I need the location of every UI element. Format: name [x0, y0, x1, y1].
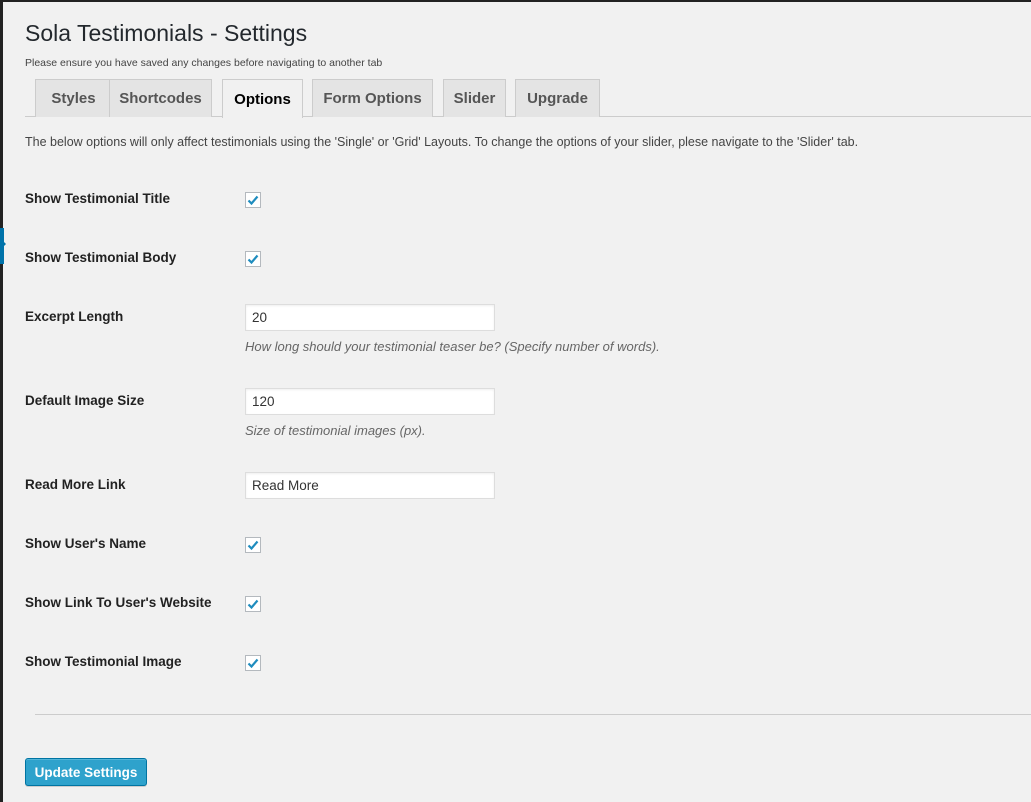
show-name-checkbox[interactable] [245, 537, 261, 553]
update-settings-button[interactable]: Update Settings [25, 758, 147, 786]
top-edge [0, 0, 1031, 2]
read-more-label: Read More Link [25, 477, 126, 492]
show-body-label: Show Testimonial Body [25, 250, 177, 265]
excerpt-length-input[interactable] [245, 304, 495, 331]
show-website-label: Show Link To User's Website [25, 595, 212, 610]
read-more-input[interactable] [245, 472, 495, 499]
excerpt-length-description: How long should your testimonial teaser … [245, 339, 660, 354]
tab-slider[interactable]: Slider [443, 79, 506, 117]
tab-options[interactable]: Options [222, 79, 303, 118]
show-image-label: Show Testimonial Image [25, 654, 182, 669]
divider [35, 714, 1031, 715]
admin-sidebar [0, 0, 3, 802]
show-name-label: Show User's Name [25, 536, 147, 551]
show-image-checkbox[interactable] [245, 655, 261, 671]
tab-styles[interactable]: Styles [35, 79, 112, 117]
image-size-input[interactable] [245, 388, 495, 415]
page-title: Sola Testimonials - Settings [25, 20, 308, 46]
show-title-checkbox[interactable] [245, 192, 261, 208]
checkmark-icon [247, 658, 259, 669]
tab-bar: Styles Shortcodes Options Form Options S… [25, 79, 1031, 118]
intro-text: The below options will only affect testi… [25, 135, 859, 149]
save-notice: Please ensure you have saved any changes… [25, 57, 383, 69]
show-website-checkbox[interactable] [245, 596, 261, 612]
show-title-label: Show Testimonial Title [25, 191, 171, 206]
tab-form-options[interactable]: Form Options [312, 79, 433, 117]
image-size-label: Default Image Size [25, 393, 145, 408]
checkmark-icon [247, 195, 259, 206]
checkmark-icon [247, 599, 259, 610]
image-size-description: Size of testimonial images (px). [245, 423, 426, 438]
show-body-checkbox[interactable] [245, 251, 261, 267]
excerpt-length-label: Excerpt Length [25, 309, 124, 324]
active-menu-indicator [0, 228, 6, 264]
tab-shortcodes[interactable]: Shortcodes [109, 79, 212, 117]
tab-upgrade[interactable]: Upgrade [515, 79, 600, 117]
checkmark-icon [247, 254, 259, 265]
checkmark-icon [247, 540, 259, 551]
